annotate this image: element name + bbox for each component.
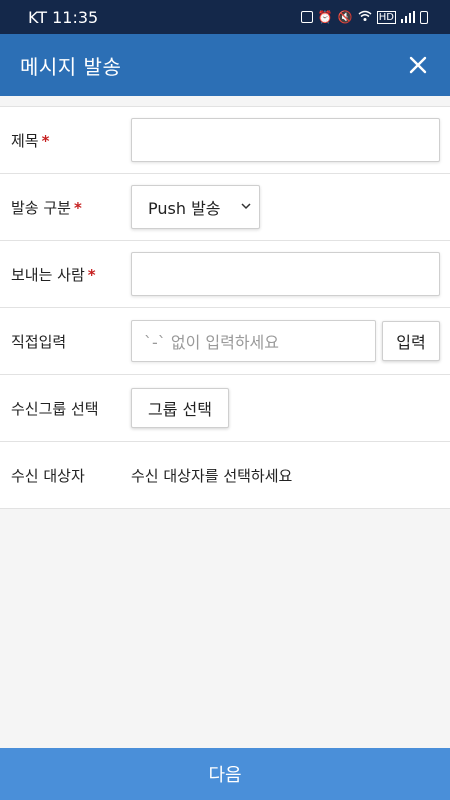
sender-row: 보내는 사람 * xyxy=(0,241,450,308)
signal-icon xyxy=(401,11,415,23)
send-type-label: 발송 구분 * xyxy=(11,198,82,217)
group-label: 수신그룹 선택 xyxy=(11,399,99,418)
notification-icon xyxy=(300,11,313,23)
subject-input[interactable] xyxy=(131,118,440,162)
close-button[interactable] xyxy=(404,51,432,79)
required-mark: * xyxy=(87,265,96,284)
send-type-row: 발송 구분 * Push 발송 xyxy=(0,174,450,241)
message-form: 제목 * 발송 구분 * Push 발송 보내는 사람 * 직접입력 `-` 없이 입… xyxy=(0,106,450,509)
chevron-down-icon xyxy=(241,203,251,210)
recipients-value: 수신 대상자를 선택하세요 xyxy=(131,466,293,485)
alarm-icon: ⏰ xyxy=(317,10,333,24)
subject-label: 제목 * xyxy=(11,131,50,150)
group-row: 수신그룹 선택 그룹 선택 xyxy=(0,375,450,442)
subject-row: 제목 * xyxy=(0,107,450,174)
required-mark: * xyxy=(73,198,82,217)
sender-label: 보내는 사람 * xyxy=(11,265,96,284)
select-group-button[interactable]: 그룹 선택 xyxy=(131,388,229,428)
send-type-select[interactable]: Push 발송 xyxy=(131,185,260,229)
direct-input-label: 직접입력 xyxy=(11,332,67,351)
status-icons: ⏰ 🔇 HD xyxy=(300,10,428,25)
battery-icon xyxy=(420,10,428,24)
status-bar: KT 11:35 ⏰ 🔇 HD xyxy=(0,0,450,34)
page-title: 메시지 발송 xyxy=(20,54,122,79)
next-button[interactable]: 다음 xyxy=(0,748,450,800)
phone-number-placeholder: `-` 없이 입력하세요 xyxy=(144,333,279,352)
wifi-icon xyxy=(358,10,372,25)
volte-icon: HD xyxy=(376,10,396,24)
direct-input-row: 직접입력 `-` 없이 입력하세요 입력 xyxy=(0,308,450,375)
phone-number-input[interactable]: `-` 없이 입력하세요 xyxy=(131,320,376,362)
recipients-row: 수신 대상자 수신 대상자를 선택하세요 xyxy=(0,442,450,509)
close-icon xyxy=(409,56,427,74)
required-mark: * xyxy=(41,131,50,150)
title-bar: 메시지 발송 xyxy=(0,34,450,96)
recipients-label: 수신 대상자 xyxy=(11,466,85,485)
send-type-value: Push 발송 xyxy=(148,199,221,218)
status-time: KT 11:35 xyxy=(28,7,99,27)
add-number-button[interactable]: 입력 xyxy=(382,321,440,361)
mute-icon: 🔇 xyxy=(337,10,353,24)
sender-input[interactable] xyxy=(131,252,440,296)
